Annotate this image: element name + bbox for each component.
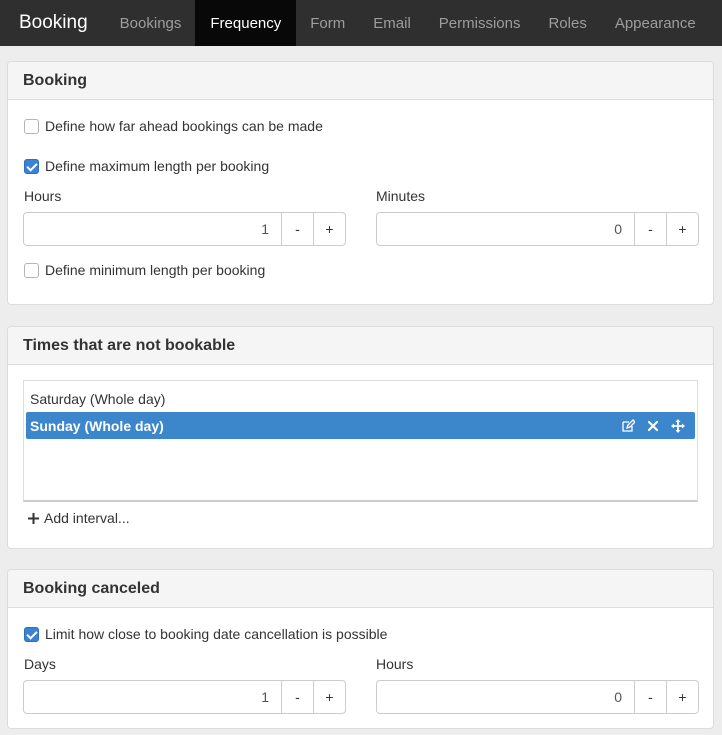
- days-increment-button[interactable]: +: [313, 681, 345, 713]
- hours-stepper: 1 - +: [23, 212, 346, 246]
- limit-checkbox-row[interactable]: Limit how close to booking date cancella…: [24, 626, 387, 642]
- tab-appearance[interactable]: Appearance: [601, 0, 710, 46]
- times-panel: Times that are not bookable Saturday (Wh…: [7, 326, 714, 549]
- limit-checkbox[interactable]: [24, 626, 39, 642]
- move-icon[interactable]: [671, 418, 685, 433]
- tab-frequency[interactable]: Frequency: [195, 0, 297, 46]
- hours-decrement-button[interactable]: -: [281, 213, 313, 245]
- minutes-decrement-button[interactable]: -: [634, 213, 666, 245]
- cancel-hours-decrement-button[interactable]: -: [634, 681, 666, 713]
- list-item-label: Sunday (Whole day): [30, 417, 164, 434]
- minutes-increment-button[interactable]: +: [666, 213, 698, 245]
- add-interval-button[interactable]: Add interval...: [27, 510, 130, 526]
- days-input[interactable]: 1: [24, 681, 281, 713]
- ahead-checkbox[interactable]: [24, 118, 39, 134]
- cancel-hours-increment-button[interactable]: +: [666, 681, 698, 713]
- maxlen-checkbox-label: Define maximum length per booking: [45, 158, 270, 174]
- booking-panel: Booking Define how far ahead bookings ca…: [7, 61, 714, 305]
- plus-icon: [27, 512, 40, 525]
- ahead-checkbox-label: Define how far ahead bookings can be mad…: [45, 118, 323, 134]
- cancel-hours-label: Hours: [376, 656, 414, 672]
- cancel-panel: Booking canceled Limit how close to book…: [7, 569, 714, 729]
- minutes-label: Minutes: [376, 188, 426, 204]
- tab-email[interactable]: Email: [359, 0, 425, 46]
- list-item[interactable]: Saturday (Whole day): [24, 385, 697, 412]
- times-list: Saturday (Whole day) Sunday (Whole day): [23, 380, 698, 502]
- cancel-hours-input[interactable]: 0: [377, 681, 634, 713]
- tab-form[interactable]: Form: [296, 0, 359, 46]
- minlen-checkbox-row[interactable]: Define minimum length per booking: [24, 262, 265, 278]
- top-navbar: Booking Bookings Frequency Form Email Pe…: [0, 0, 722, 46]
- minutes-input[interactable]: 0: [377, 213, 634, 245]
- maxlen-checkbox-row[interactable]: Define maximum length per booking: [24, 158, 269, 174]
- tab-permissions[interactable]: Permissions: [425, 0, 535, 46]
- maxlen-checkbox[interactable]: [24, 158, 39, 174]
- hours-label: Hours: [24, 188, 62, 204]
- limit-checkbox-label: Limit how close to booking date cancella…: [45, 626, 388, 642]
- edit-icon[interactable]: [621, 418, 635, 433]
- tab-bookings[interactable]: Bookings: [106, 0, 196, 46]
- add-interval-label: Add interval...: [44, 510, 130, 526]
- minutes-stepper: 0 - +: [376, 212, 699, 246]
- hours-input[interactable]: 1: [24, 213, 281, 245]
- close-icon[interactable]: [646, 419, 660, 433]
- minlen-checkbox[interactable]: [24, 262, 39, 278]
- cancel-panel-title: Booking canceled: [8, 570, 713, 608]
- times-panel-title: Times that are not bookable: [8, 327, 713, 365]
- cancel-hours-stepper: 0 - +: [376, 680, 699, 714]
- tab-roles[interactable]: Roles: [534, 0, 600, 46]
- brand-title[interactable]: Booking: [0, 0, 106, 46]
- days-stepper: 1 - +: [23, 680, 346, 714]
- minlen-checkbox-label: Define minimum length per booking: [45, 262, 266, 278]
- hours-increment-button[interactable]: +: [313, 213, 345, 245]
- list-item-selected[interactable]: Sunday (Whole day): [26, 412, 695, 439]
- item-actions: [610, 412, 685, 439]
- ahead-checkbox-row[interactable]: Define how far ahead bookings can be mad…: [24, 118, 323, 134]
- days-decrement-button[interactable]: -: [281, 681, 313, 713]
- days-label: Days: [24, 656, 56, 672]
- booking-panel-title: Booking: [8, 62, 713, 100]
